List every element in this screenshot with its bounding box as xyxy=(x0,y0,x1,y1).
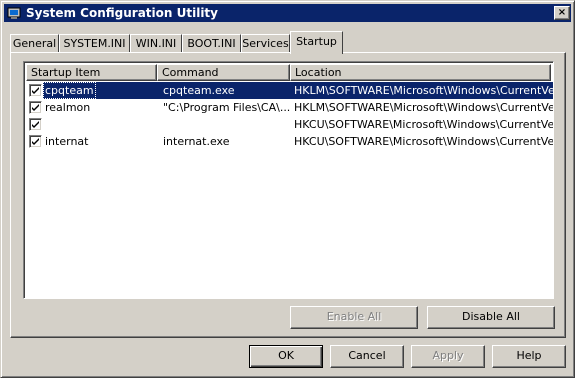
tab-boot-ini[interactable]: BOOT.INI xyxy=(182,34,241,53)
close-button[interactable]: × xyxy=(554,6,570,20)
checkmark-icon xyxy=(32,121,39,128)
tab-startup[interactable]: Startup xyxy=(290,31,343,54)
startup-items-list[interactable]: Startup Item Command Location cpqteam cp… xyxy=(23,61,554,299)
startup-item-location: HKLM\SOFTWARE\Microsoft\Windows\CurrentV… xyxy=(290,82,553,99)
startup-item-name: internat xyxy=(45,135,89,148)
list-item[interactable]: HKCU\SOFTWARE\Microsoft\Windows\CurrentV… xyxy=(26,116,553,133)
column-header-command[interactable]: Command xyxy=(157,64,290,81)
startup-item-command: cpqteam.exe xyxy=(159,82,290,99)
tab-general[interactable]: General xyxy=(10,34,59,53)
ok-button[interactable]: OK xyxy=(249,345,323,368)
help-button[interactable]: Help xyxy=(492,345,566,368)
startup-item-name: cpqteam xyxy=(43,82,96,99)
startup-item-command: internat.exe xyxy=(163,135,230,148)
startup-item-checkbox[interactable] xyxy=(29,118,42,131)
system-configuration-window: System Configuration Utility × General S… xyxy=(0,0,575,378)
startup-item-location: HKCU\SOFTWARE\Microsoft\Windows\CurrentV… xyxy=(294,135,553,148)
checkmark-icon xyxy=(32,138,39,145)
tab-win-ini[interactable]: WIN.INI xyxy=(130,34,182,53)
checkmark-icon xyxy=(32,87,39,94)
checkmark-icon xyxy=(32,104,39,111)
cancel-button[interactable]: Cancel xyxy=(330,345,404,368)
startup-item-command xyxy=(159,116,290,133)
list-item[interactable]: realmon "C:\Program Files\CA\... HKLM\SO… xyxy=(26,99,553,116)
apply-button[interactable]: Apply xyxy=(411,345,485,368)
startup-item-checkbox[interactable] xyxy=(29,84,42,97)
startup-item-command: "C:\Program Files\CA\... xyxy=(163,101,290,114)
startup-item-checkbox[interactable] xyxy=(29,101,42,114)
startup-item-location: HKCU\SOFTWARE\Microsoft\Windows\CurrentV… xyxy=(294,118,553,131)
column-header-startup-item[interactable]: Startup Item xyxy=(26,64,157,81)
startup-item-location: HKLM\SOFTWARE\Microsoft\Windows\CurrentV… xyxy=(294,101,553,114)
tab-services[interactable]: Services xyxy=(241,34,290,53)
list-item[interactable]: internat internat.exe HKCU\SOFTWARE\Micr… xyxy=(26,133,553,150)
disable-all-button[interactable]: Disable All xyxy=(427,306,555,329)
list-item[interactable]: cpqteam cpqteam.exe HKLM\SOFTWARE\Micros… xyxy=(26,82,553,99)
startup-item-checkbox[interactable] xyxy=(29,135,42,148)
column-header-location[interactable]: Location xyxy=(290,64,551,81)
title-bar[interactable]: System Configuration Utility × xyxy=(4,4,571,22)
startup-item-name: realmon xyxy=(45,101,91,114)
msconfig-icon xyxy=(7,6,21,20)
enable-all-button[interactable]: Enable All xyxy=(290,306,418,329)
window-title: System Configuration Utility xyxy=(26,6,218,20)
tab-system-ini[interactable]: SYSTEM.INI xyxy=(59,34,130,53)
startup-item-name xyxy=(43,116,47,133)
list-header: Startup Item Command Location xyxy=(26,64,551,81)
